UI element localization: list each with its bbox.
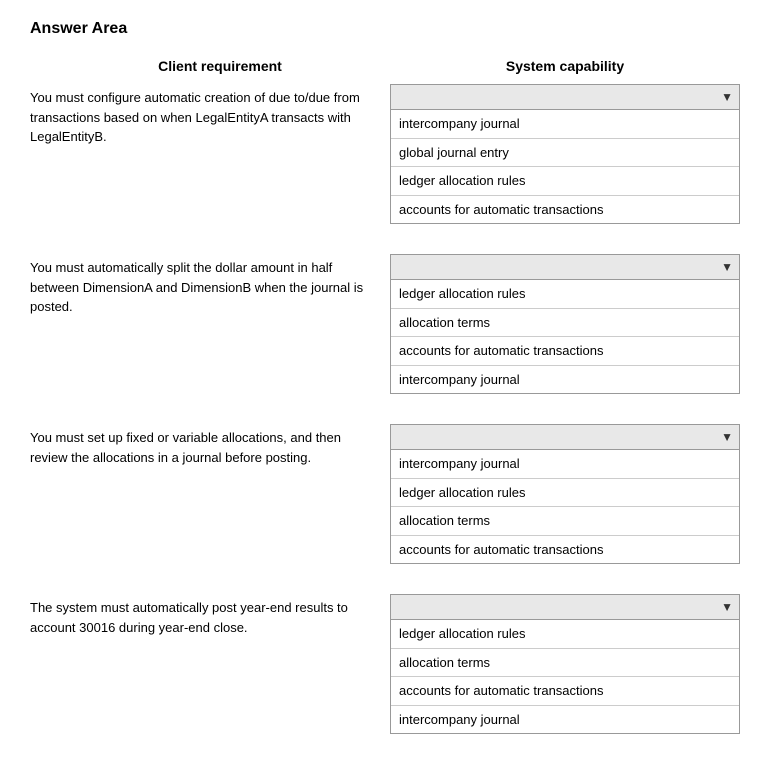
dropdown-container-3: ▼ intercompany journalledger allocation r…	[390, 424, 740, 564]
capability-header: System capability	[390, 58, 740, 74]
requirement-text-4: The system must automatically post year-…	[30, 594, 390, 637]
dropdown-option-3-3[interactable]: allocation terms	[391, 507, 739, 536]
dropdown-header-3[interactable]: ▼	[390, 424, 740, 450]
dropdown-options-3: intercompany journalledger allocation ru…	[390, 450, 740, 564]
dropdown-arrow-icon-3: ▼	[721, 430, 733, 444]
answer-area: Client requirement System capability You…	[30, 58, 740, 734]
dropdown-option-1-3[interactable]: ledger allocation rules	[391, 167, 739, 196]
qa-row-4: The system must automatically post year-…	[30, 594, 740, 734]
dropdown-header-2[interactable]: ▼	[390, 254, 740, 280]
dropdown-option-3-1[interactable]: intercompany journal	[391, 450, 739, 479]
requirement-text-3: You must set up fixed or variable alloca…	[30, 424, 390, 467]
dropdown-option-3-2[interactable]: ledger allocation rules	[391, 479, 739, 508]
dropdown-options-1: intercompany journalglobal journal entry…	[390, 110, 740, 224]
dropdown-option-1-1[interactable]: intercompany journal	[391, 110, 739, 139]
dropdown-option-4-2[interactable]: allocation terms	[391, 649, 739, 678]
dropdown-arrow-icon-1: ▼	[721, 90, 733, 104]
dropdown-option-2-2[interactable]: allocation terms	[391, 309, 739, 338]
requirement-header: Client requirement	[30, 58, 390, 74]
column-headers: Client requirement System capability	[30, 58, 740, 74]
requirement-text-1: You must configure automatic creation of…	[30, 84, 390, 147]
dropdown-option-3-4[interactable]: accounts for automatic transactions	[391, 536, 739, 564]
dropdown-option-2-3[interactable]: accounts for automatic transactions	[391, 337, 739, 366]
dropdown-option-1-2[interactable]: global journal entry	[391, 139, 739, 168]
dropdown-option-4-1[interactable]: ledger allocation rules	[391, 620, 739, 649]
page-title: Answer Area	[30, 20, 740, 38]
qa-row-1: You must configure automatic creation of…	[30, 84, 740, 224]
dropdown-container-4: ▼ ledger allocation rulesallocation terms…	[390, 594, 740, 734]
dropdown-option-2-4[interactable]: intercompany journal	[391, 366, 739, 394]
dropdown-container-1: ▼ intercompany journalglobal journal entr…	[390, 84, 740, 224]
qa-row-2: You must automatically split the dollar …	[30, 254, 740, 394]
requirement-text-2: You must automatically split the dollar …	[30, 254, 390, 317]
dropdown-arrow-icon-2: ▼	[721, 260, 733, 274]
qa-row-3: You must set up fixed or variable alloca…	[30, 424, 740, 564]
dropdown-option-4-4[interactable]: intercompany journal	[391, 706, 739, 734]
dropdown-option-4-3[interactable]: accounts for automatic transactions	[391, 677, 739, 706]
dropdown-option-1-4[interactable]: accounts for automatic transactions	[391, 196, 739, 224]
dropdown-option-2-1[interactable]: ledger allocation rules	[391, 280, 739, 309]
dropdown-header-4[interactable]: ▼	[390, 594, 740, 620]
dropdown-header-1[interactable]: ▼	[390, 84, 740, 110]
dropdown-arrow-icon-4: ▼	[721, 600, 733, 614]
dropdown-container-2: ▼ ledger allocation rulesallocation terms…	[390, 254, 740, 394]
dropdown-options-2: ledger allocation rulesallocation termsa…	[390, 280, 740, 394]
